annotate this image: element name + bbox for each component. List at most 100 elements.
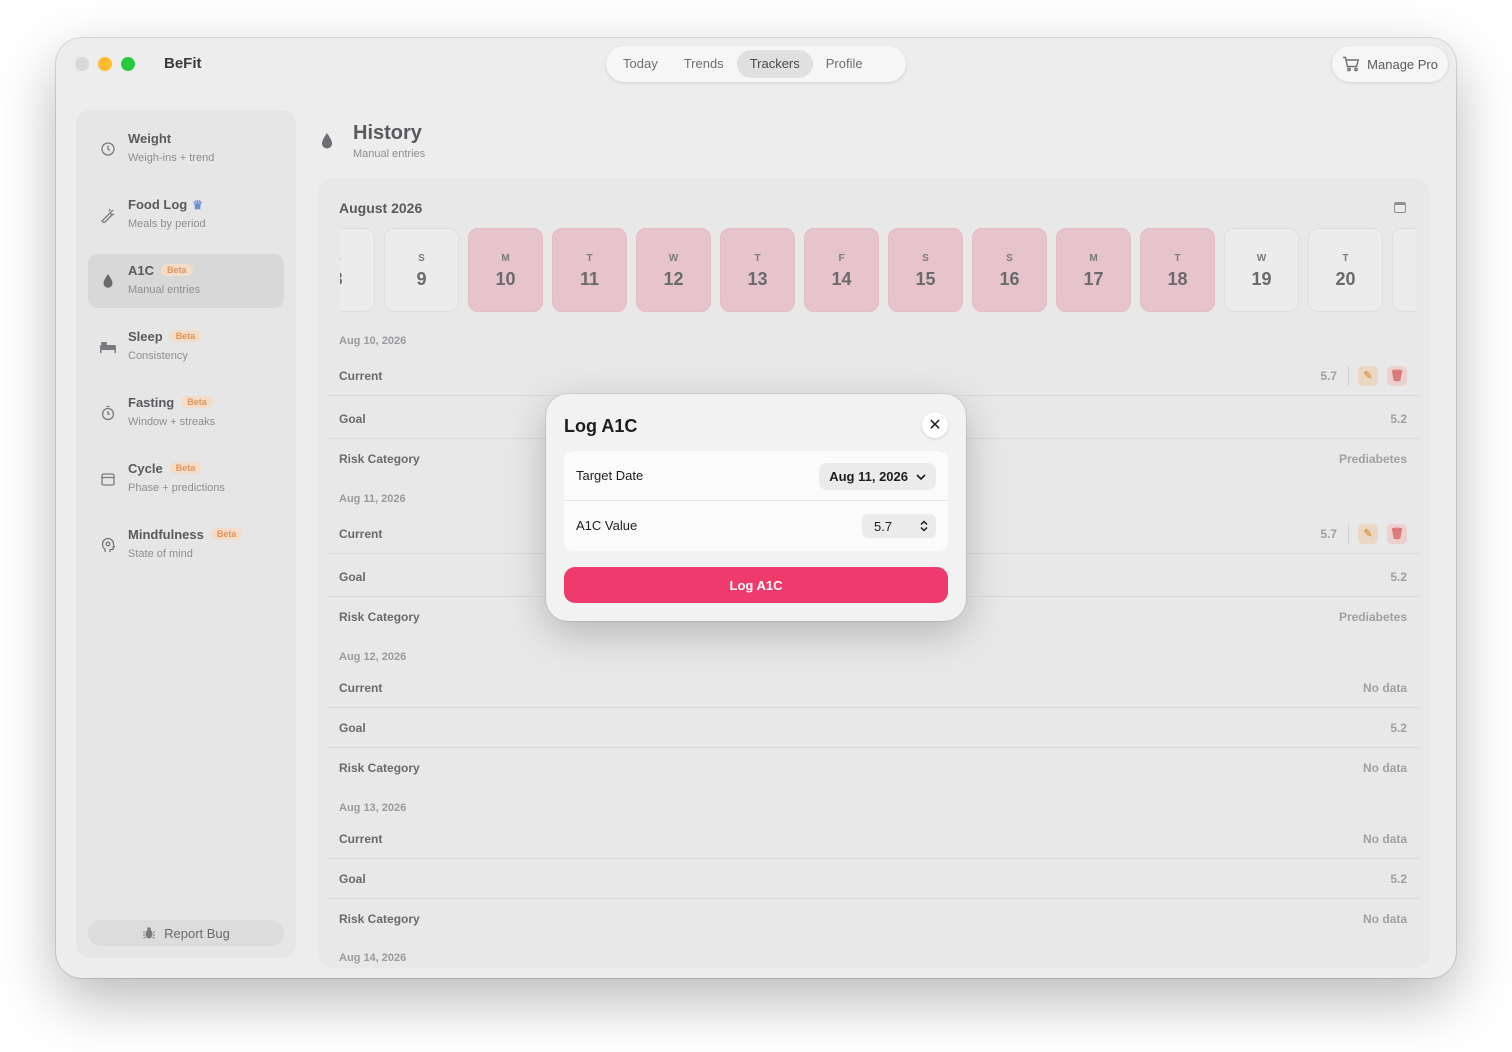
titlebar: BeFit Today Trends Trackers Profile Mana… (56, 38, 1456, 92)
sidebar-item-title: Mindfulness Beta (128, 527, 243, 542)
table-row: Goal 5.2 (328, 859, 1420, 899)
sidebar-item-subtitle: Weigh-ins + trend (128, 152, 215, 164)
calendar-icon (98, 469, 118, 489)
sidebar-item-title: Sleep Beta (128, 329, 202, 344)
sidebar-item-sleep[interactable]: Sleep Beta Consistency (88, 320, 284, 374)
table-row: Risk Category No data (328, 899, 1420, 939)
calendar-icon[interactable] (1394, 202, 1406, 213)
sidebar-item-title: A1C Beta (128, 263, 193, 278)
day-number: 11 (579, 269, 600, 289)
day-cell[interactable] (1392, 228, 1416, 312)
beta-badge: Beta (210, 528, 243, 540)
target-date-picker[interactable]: Aug 11, 2026 (819, 463, 936, 490)
target-date-row: Target Date Aug 11, 2026 (564, 451, 948, 501)
month-label: August 2026 (339, 200, 423, 216)
day-cell[interactable]: S 15 (888, 228, 963, 312)
edit-icon[interactable]: ✎ (1358, 524, 1378, 544)
day-cell[interactable]: T 11 (552, 228, 627, 312)
day-number: 18 (1167, 269, 1188, 289)
table-row: Current No data (328, 819, 1420, 859)
sidebar-item-title: Weight (128, 131, 172, 146)
day-cell[interactable]: M 17 (1056, 228, 1131, 312)
day-cell[interactable]: T 18 (1140, 228, 1215, 312)
day-cell[interactable]: T 20 (1308, 228, 1383, 312)
tab-profile[interactable]: Profile (813, 50, 876, 78)
row-value: 5.2 (1390, 570, 1407, 584)
day-of-week: W (668, 253, 679, 264)
entry-date: Aug 11, 2026 (339, 493, 406, 505)
a1c-value-label: A1C Value (576, 518, 638, 533)
sidebar-item-mindfulness[interactable]: Mindfulness Beta State of mind (88, 518, 284, 572)
sidebar-item-subtitle: Manual entries (128, 284, 201, 296)
day-number: 14 (831, 269, 852, 289)
row-label: Current (339, 681, 383, 695)
a1c-value-stepper[interactable]: 5.7 (862, 514, 936, 538)
day-cell[interactable]: W 12 (636, 228, 711, 312)
day-cell[interactable]: T 13 (720, 228, 795, 312)
row-value: No data (1362, 761, 1407, 775)
day-cell[interactable]: S8 (340, 228, 375, 312)
tab-today[interactable]: Today (610, 50, 671, 78)
day-number: 13 (747, 269, 768, 289)
row-value: 5.7 (1320, 527, 1337, 541)
sidebar-item-a1c[interactable]: A1C Beta Manual entries (88, 254, 284, 308)
dialog-title: Log A1C (564, 416, 638, 436)
report-bug-button[interactable]: Report Bug (88, 920, 284, 946)
report-bug-label: Report Bug (164, 925, 230, 941)
day-strip[interactable]: S8 S9 M10 T11 W12 T13 F14 S15 S16 M17 T1… (340, 228, 1416, 312)
close-icon[interactable]: ✕ (922, 412, 948, 438)
day-of-week: F (838, 253, 845, 264)
table-row: Current No data (328, 668, 1420, 708)
row-label: Risk Category (339, 452, 420, 466)
row-label: Risk Category (339, 912, 420, 926)
sidebar-item-subtitle: State of mind (128, 548, 193, 560)
day-cell[interactable]: S 16 (972, 228, 1047, 312)
timer-icon (98, 403, 118, 423)
manage-pro-button[interactable]: Manage Pro (1332, 46, 1448, 82)
row-label: Goal (339, 412, 366, 426)
sidebar-item-weight[interactable]: Weight Weigh-ins + trend (88, 122, 284, 176)
window-maximize-button[interactable] (121, 57, 135, 71)
day-cell[interactable]: F 14 (804, 228, 879, 312)
trash-icon[interactable]: 🗑 (1387, 366, 1407, 386)
a1c-value: 5.7 (874, 518, 893, 534)
form-card: Target Date Aug 11, 2026 A1C Value 5.7 (564, 451, 948, 551)
up-down-chevron-icon[interactable] (920, 520, 928, 532)
row-value: 5.7 (1320, 369, 1337, 383)
bed-icon (98, 337, 118, 357)
a1c-value-row: A1C Value 5.7 (564, 501, 948, 551)
tab-trends[interactable]: Trends (671, 50, 737, 78)
row-label: Goal (339, 721, 366, 735)
day-cell[interactable]: S9 (384, 228, 459, 312)
sidebar-item-cycle[interactable]: Cycle Beta Phase + predictions (88, 452, 284, 506)
sidebar-item-food-log[interactable]: Food Log ♛ Meals by period (88, 188, 284, 242)
sidebar-item-subtitle: Consistency (128, 350, 188, 362)
day-cell[interactable]: M 10 (468, 228, 543, 312)
entry-date: Aug 12, 2026 (339, 651, 407, 663)
head-icon (98, 535, 118, 555)
day-number: 8 (340, 269, 374, 290)
edit-icon[interactable]: ✎ (1358, 366, 1378, 386)
drop-icon (98, 271, 118, 291)
day-cell[interactable]: W 19 (1224, 228, 1299, 312)
window-close-button[interactable] (75, 57, 89, 71)
day-of-week: T (1342, 253, 1349, 264)
trash-icon[interactable]: 🗑 (1387, 524, 1407, 544)
day-of-week: T (754, 253, 761, 264)
day-of-week: W (1256, 253, 1267, 264)
tab-trackers[interactable]: Trackers (736, 50, 813, 78)
day-number: 12 (663, 269, 684, 289)
sidebar-item-fasting[interactable]: Fasting Beta Window + streaks (88, 386, 284, 440)
day-of-week: S (340, 253, 374, 264)
day-number: 15 (915, 269, 936, 289)
day-number: 20 (1335, 269, 1356, 289)
window-minimize-button[interactable] (98, 57, 112, 71)
carrot-icon (98, 205, 118, 225)
day-of-week: T (586, 253, 593, 264)
target-date-label: Target Date (576, 468, 644, 483)
log-a1c-button[interactable]: Log A1C (564, 567, 948, 603)
day-of-week: T (1174, 253, 1181, 264)
divider (1348, 524, 1349, 544)
row-value: Prediabetes (1338, 452, 1407, 466)
entry-date: Aug 14, 2026 (339, 952, 407, 964)
